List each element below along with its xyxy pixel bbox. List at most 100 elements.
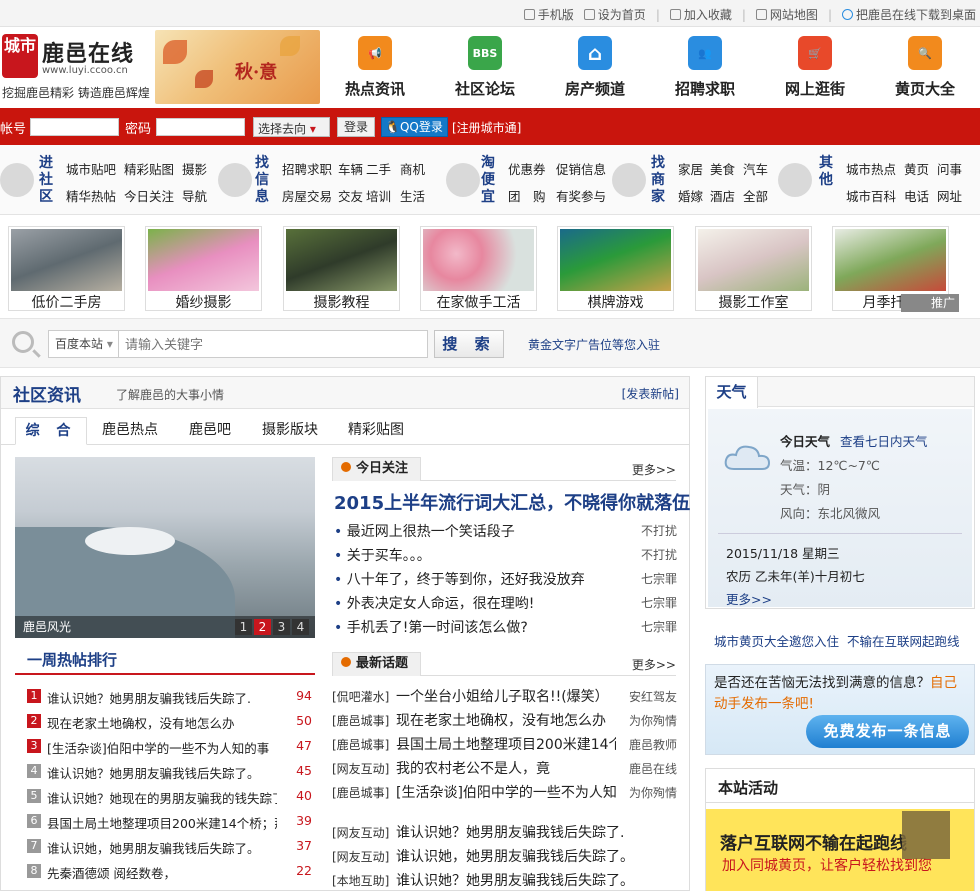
- topic-tag[interactable]: [侃吧灌水]: [332, 688, 389, 705]
- cat-link[interactable]: 二手: [366, 159, 400, 178]
- rank-item[interactable]: 4 谁认识她？她男朋友骗我钱后失踪了。 45: [27, 761, 312, 781]
- topic-item[interactable]: [鹿邑城事] 现在老家土地确权，没有地怎么办 为你殉情: [332, 709, 677, 731]
- thumb-item[interactable]: 低价二手房: [8, 226, 125, 311]
- rank-text[interactable]: 谁认识她？她现在的男朋友骗我的钱失踪了。: [47, 788, 277, 807]
- search-button[interactable]: 搜 索: [434, 330, 504, 358]
- topic-item[interactable]: [侃吧灌水] 一个坐台小姐给儿子取名!!(爆笑） 安红驾友: [332, 685, 677, 707]
- cat-link[interactable]: 婚嫁: [678, 186, 710, 205]
- topic-item[interactable]: [本地互助] 谁认识她？她男朋友骗我钱后失踪了。: [332, 869, 677, 891]
- thumb-item[interactable]: 在家做手工活: [420, 226, 537, 311]
- cat-link[interactable]: 招聘求职: [282, 159, 338, 178]
- thumb-item[interactable]: 棋牌游戏: [557, 226, 674, 311]
- set-homepage-label[interactable]: 设为首页: [598, 6, 646, 23]
- thumb-item[interactable]: 摄影工作室: [695, 226, 812, 311]
- qq-login-button[interactable]: 🐧QQ登录: [381, 117, 448, 137]
- news-title[interactable]: 关于买车。。。: [334, 545, 431, 565]
- cat-link[interactable]: 家居: [678, 159, 710, 178]
- slide-page-button[interactable]: 3: [273, 619, 290, 635]
- rank-item[interactable]: 1 谁认识她？她男朋友骗我钱后失踪了. 94: [27, 686, 312, 706]
- autumn-banner[interactable]: 秋·意: [155, 30, 320, 104]
- topic-title[interactable]: 现在老家土地确权，没有地怎么办: [396, 710, 616, 730]
- free-post-button[interactable]: 免费发布一条信息: [806, 715, 969, 748]
- cat-link[interactable]: 车辆: [338, 159, 366, 178]
- slide-page-button[interactable]: 4: [292, 619, 309, 635]
- nav-hot-news[interactable]: 📢 热点资讯: [330, 36, 420, 99]
- new-post-link[interactable]: [发表新帖]: [622, 385, 679, 402]
- rank-text[interactable]: 现在老家土地确权，没有地怎么办: [47, 713, 277, 732]
- nav-shopping[interactable]: 🛒 网上逛街: [770, 36, 860, 99]
- topic-title[interactable]: 谁认识她，她男朋友骗我钱后失踪了。: [396, 846, 656, 866]
- cat-link[interactable]: 城市热点: [846, 159, 904, 178]
- download-link[interactable]: 把鹿邑在线下载到桌面: [841, 6, 976, 23]
- cat-link[interactable]: 城市贴吧: [66, 159, 124, 178]
- activity-banner[interactable]: 落户互联网不输在起跑线 加入同城黄页，让客户轻松找到您: [706, 809, 974, 891]
- mobile-link-label[interactable]: 手机版: [538, 6, 574, 23]
- headline-link[interactable]: 2015上半年流行词大汇总，不晓得你就落伍: [334, 489, 690, 515]
- cat-link[interactable]: 全部: [743, 186, 773, 205]
- slide-page-button[interactable]: 2: [254, 619, 271, 635]
- topic-item[interactable]: [鹿邑城事] [生活杂谈]伯阳中学的一些不为人知 为你殉情: [332, 781, 677, 803]
- news-item[interactable]: 八十年了，终于等到你，还好我没放弃 七宗罪: [334, 567, 677, 589]
- home-link[interactable]: 设为首页: [583, 6, 646, 23]
- mobile-link[interactable]: 手机版: [523, 6, 574, 23]
- nav-house[interactable]: ⌂ 房产频道: [550, 36, 640, 99]
- favorite-label[interactable]: 加入收藏: [684, 6, 732, 23]
- cat-link[interactable]: 促销信息: [556, 159, 618, 178]
- nav-forum[interactable]: BBS 社区论坛: [440, 36, 530, 99]
- rank-item[interactable]: 8 先秦酒德颂 阅经数卷， 22: [27, 861, 312, 881]
- text-ad-link[interactable]: 黄金文字广告位等您入驻: [528, 336, 660, 353]
- topic-item[interactable]: [网友互动] 谁认识她，她男朋友骗我钱后失踪了。: [332, 845, 677, 867]
- yellowpage-link-2[interactable]: 不输在互联网起跑线: [847, 634, 960, 649]
- ad-tag[interactable]: 推广: [901, 294, 959, 312]
- sitemap-label[interactable]: 网站地图: [770, 6, 818, 23]
- topic-tag[interactable]: [鹿邑城事]: [332, 784, 389, 801]
- topic-tag[interactable]: [网友互动]: [332, 848, 389, 865]
- rank-text[interactable]: [生活杂谈]伯阳中学的一些不为人知的事: [47, 738, 277, 757]
- download-label[interactable]: 把鹿邑在线下载到桌面: [856, 6, 976, 23]
- thumb-item[interactable]: 摄影教程: [283, 226, 400, 311]
- cat-link[interactable]: 交友: [338, 186, 366, 205]
- search-input[interactable]: [119, 330, 428, 358]
- cat-link[interactable]: 美食: [710, 159, 743, 178]
- cat-link[interactable]: 今日关注: [124, 186, 182, 205]
- nav-yellowpages[interactable]: 🔍 黄页大全: [880, 36, 970, 99]
- favorite-link[interactable]: 加入收藏: [669, 6, 732, 23]
- more-link[interactable]: 更多>>: [632, 461, 676, 478]
- news-title[interactable]: 外表决定女人命运，很在理哟!: [334, 593, 535, 613]
- rank-text[interactable]: 先秦酒德颂 阅经数卷，: [47, 863, 277, 882]
- news-item[interactable]: 手机丢了!第一时间该怎么做? 七宗罪: [334, 615, 677, 637]
- cat-link[interactable]: 汽车: [743, 159, 773, 178]
- weather-more-link[interactable]: 更多>>: [726, 589, 772, 608]
- slide-page-button[interactable]: 1: [235, 619, 252, 635]
- search-scope-select[interactable]: 百度本站 ▾: [48, 330, 119, 358]
- cat-link[interactable]: 导航: [182, 186, 222, 205]
- topic-title[interactable]: [生活杂谈]伯阳中学的一些不为人知: [396, 782, 616, 802]
- cat-link[interactable]: 生活: [400, 186, 430, 205]
- cat-link[interactable]: 有奖参与: [556, 186, 618, 205]
- topic-item[interactable]: [网友互动] 我的农村老公不是人，竟 鹿邑在线: [332, 757, 677, 779]
- password-input[interactable]: [156, 118, 245, 136]
- rank-item[interactable]: 5 谁认识她？她现在的男朋友骗我的钱失踪了。 40: [27, 786, 312, 806]
- rank-item[interactable]: 2 现在老家土地确权，没有地怎么办 50: [27, 711, 312, 731]
- topic-title[interactable]: 谁认识她？她男朋友骗我钱后失踪了。: [396, 870, 656, 890]
- topic-title[interactable]: 县国土局土地整理项目200米建14个: [396, 734, 616, 754]
- cat-link[interactable]: 团 购: [508, 186, 556, 205]
- topic-tag[interactable]: [鹿邑城事]: [332, 712, 389, 729]
- thumb-item[interactable]: 婚纱摄影: [145, 226, 262, 311]
- cat-link[interactable]: 电话: [904, 186, 937, 205]
- cat-link[interactable]: 黄页: [904, 159, 937, 178]
- site-logo[interactable]: 城市 鹿邑在线 www.luyi.ccoo.cn 挖掘鹿邑精彩 铸造鹿邑辉煌: [2, 32, 150, 104]
- cat-link[interactable]: 问事: [937, 159, 967, 178]
- news-title[interactable]: 最近网上很热一个笑话段子: [334, 521, 515, 541]
- rank-text[interactable]: 谁认识她，她男朋友骗我钱后失踪了。: [47, 838, 277, 857]
- account-input[interactable]: [30, 118, 119, 136]
- week-weather-link[interactable]: 查看七日内天气: [840, 431, 928, 450]
- rank-text[interactable]: 县国土局土地整理项目200米建14个桥；那么: [47, 813, 277, 832]
- cat-link[interactable]: 优惠券: [508, 159, 556, 178]
- cat-link[interactable]: 精彩贴图: [124, 159, 182, 178]
- login-button[interactable]: 登录: [337, 117, 375, 137]
- topic-tag[interactable]: [本地互助]: [332, 872, 389, 889]
- news-item[interactable]: 最近网上很热一个笑话段子 不打扰: [334, 519, 677, 541]
- topic-item[interactable]: [网友互动] 谁认识她？她男朋友骗我钱后失踪了.: [332, 821, 677, 843]
- rank-text[interactable]: 谁认识她？她男朋友骗我钱后失踪了。: [47, 763, 277, 782]
